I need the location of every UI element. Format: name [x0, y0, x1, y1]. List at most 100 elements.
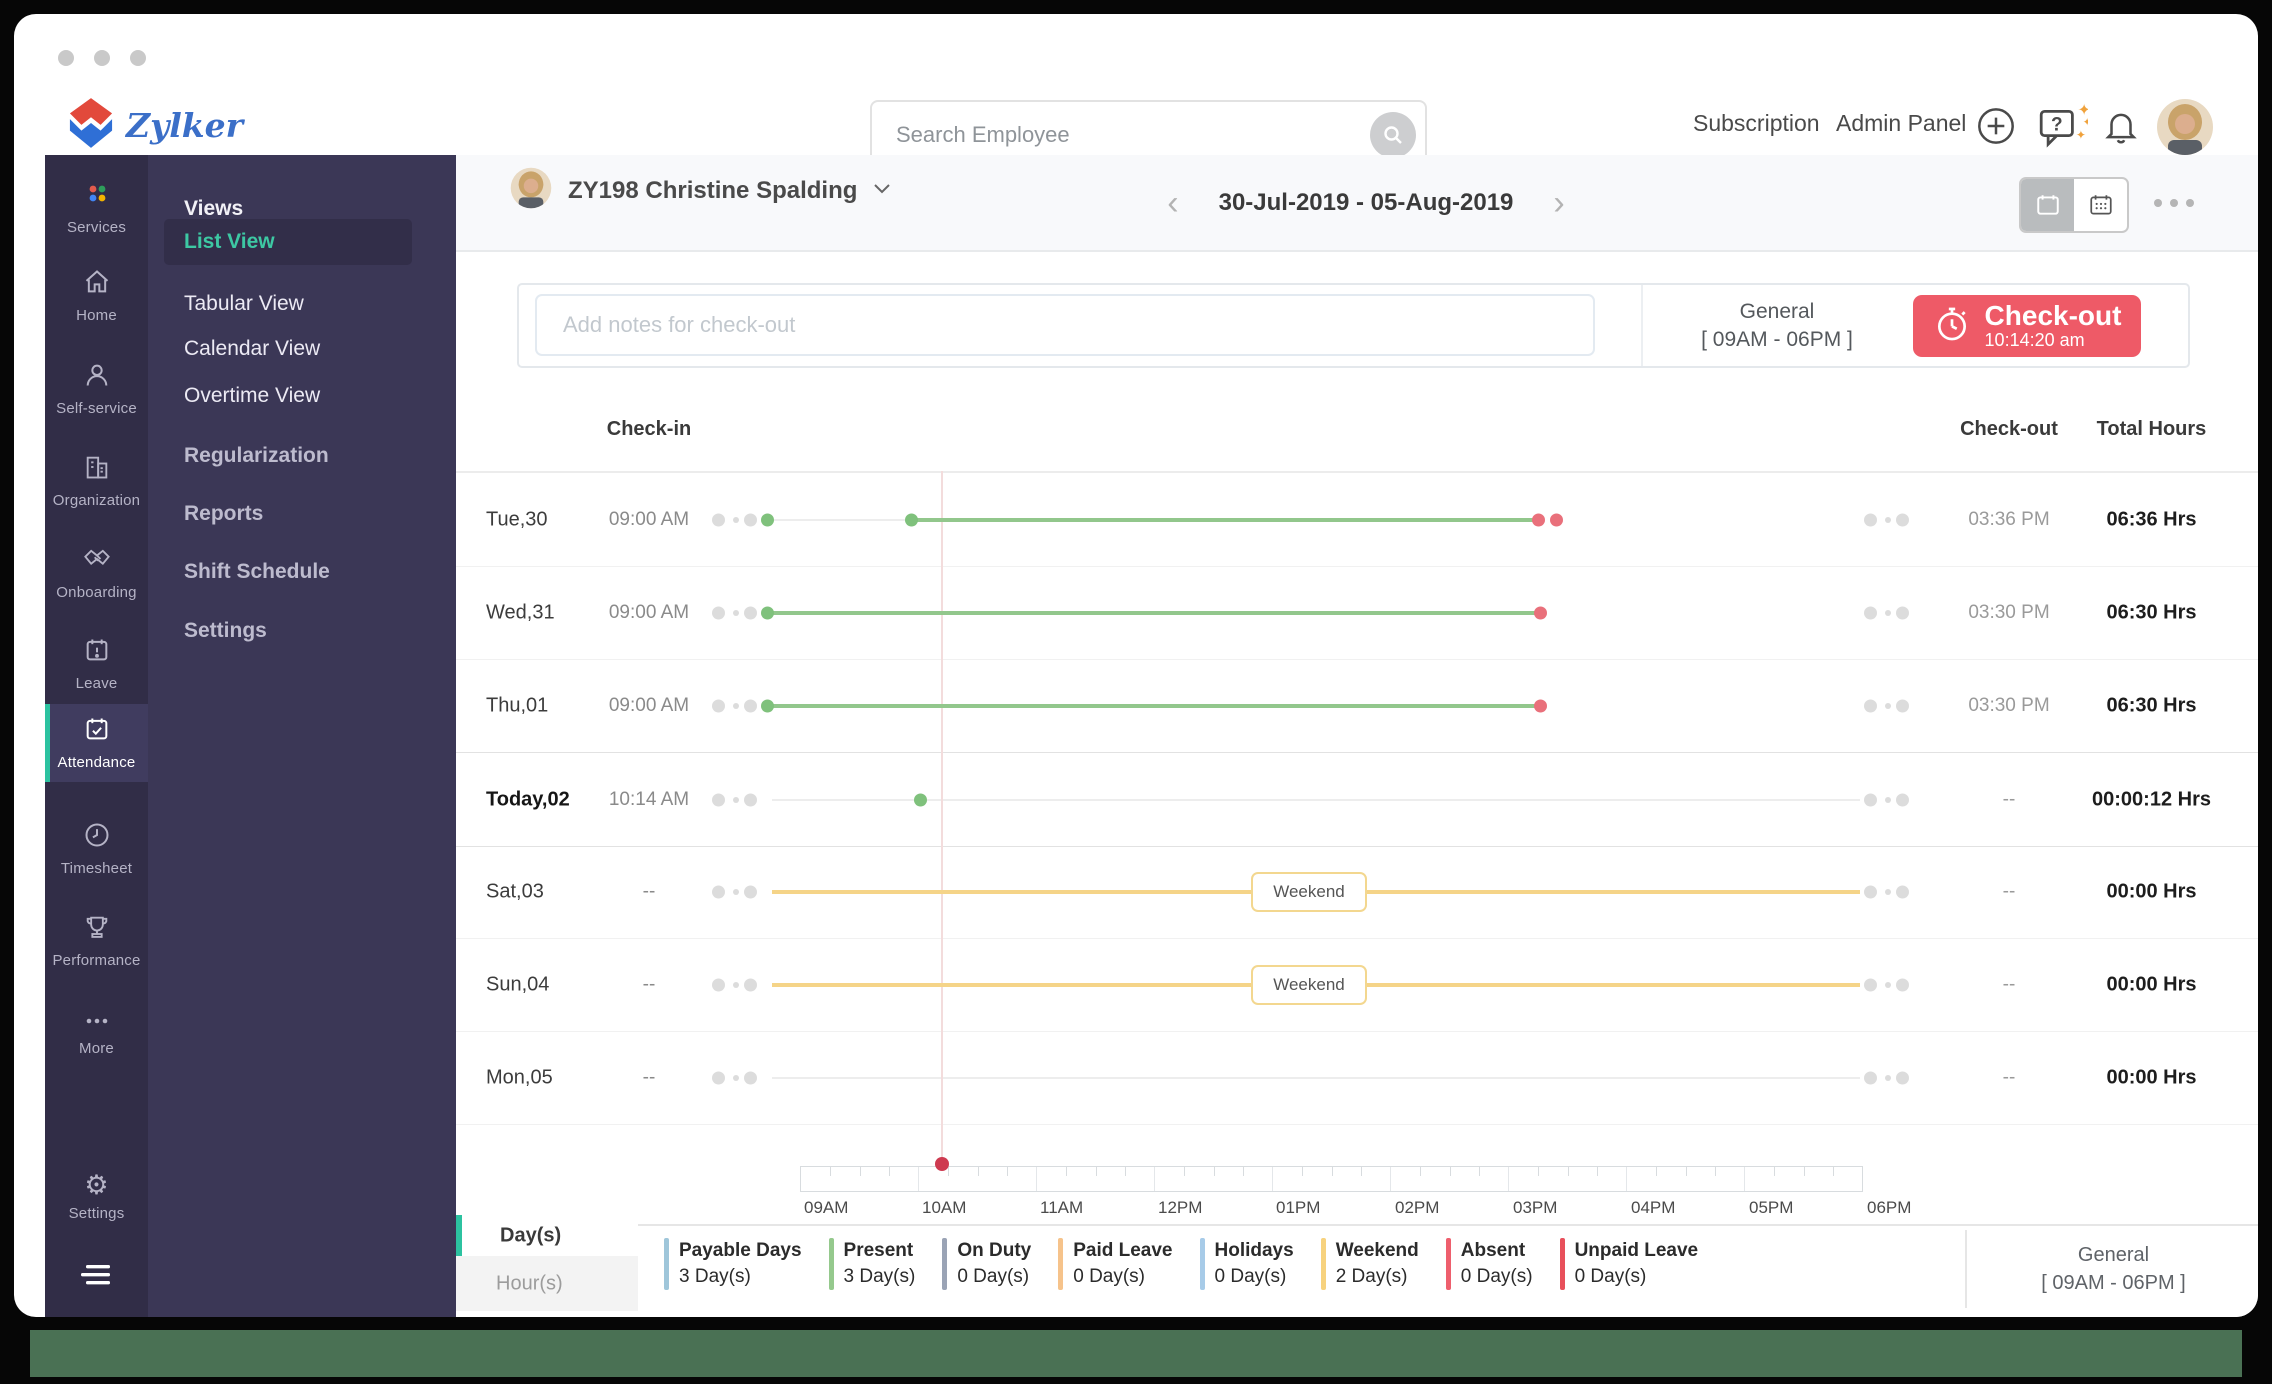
- logo-text: Zylker: [126, 106, 244, 145]
- session-start-dot: [905, 513, 918, 526]
- add-icon[interactable]: [1976, 106, 2016, 151]
- notifications-bell-icon[interactable]: [2102, 106, 2140, 151]
- row-day: Sun,04: [486, 973, 550, 995]
- calendar-alert-icon: [83, 636, 111, 669]
- app-window: Zylker Subscription Admin Panel: [14, 14, 2258, 1317]
- legend-item: On Duty 0 Day(s): [942, 1238, 1031, 1290]
- sidebar-item-performance[interactable]: Performance: [45, 913, 148, 969]
- tab-days[interactable]: Day(s): [456, 1215, 638, 1256]
- row-checkin: 09:00 AM: [608, 694, 690, 716]
- axis-label: 12PM: [1158, 1198, 1203, 1217]
- attendance-table: Tue,30 09:00 AM 03:36 PM 06:36 Hrs Wed,3…: [456, 471, 2258, 1125]
- legend-item: Absent 0 Day(s): [1445, 1238, 1533, 1290]
- next-week-button[interactable]: ›: [1553, 186, 1564, 220]
- shift-info: General [ 09AM - 06PM ]: [1641, 285, 1913, 366]
- stopwatch-icon: [1933, 305, 1971, 348]
- row-total: 00:00 Hrs: [2106, 973, 2197, 995]
- legend-color-bar: [1445, 1238, 1451, 1290]
- axis-label: 06PM: [1867, 1198, 1912, 1217]
- table-row[interactable]: Mon,05 -- -- 00:00 Hrs: [456, 1031, 2258, 1125]
- active-tab-accent: [456, 1215, 462, 1256]
- hamburger-icon: [79, 1263, 115, 1292]
- legend-item: Present 3 Day(s): [828, 1238, 915, 1290]
- subscription-link[interactable]: Subscription: [1693, 110, 1820, 137]
- menu-item-overtime-view[interactable]: Overtime View: [184, 384, 320, 408]
- employee-avatar: [510, 167, 552, 214]
- row-total: 00:00:12 Hrs: [2092, 788, 2211, 810]
- table-row-today[interactable]: Today,02 10:14 AM -- 00:00:12 Hrs: [456, 752, 2258, 847]
- sidebar-item-onboarding[interactable]: Onboarding: [45, 545, 148, 601]
- sidebar-item-home[interactable]: Home: [45, 268, 148, 324]
- sidebar-item-more[interactable]: More: [45, 1013, 148, 1057]
- window-dot: [130, 50, 146, 66]
- week-view-toggle-icon[interactable]: [2021, 179, 2074, 231]
- menu-item-shift-schedule[interactable]: Shift Schedule: [184, 560, 330, 584]
- table-row[interactable]: Wed,31 09:00 AM 03:30 PM 06:30 Hrs: [456, 566, 2258, 660]
- row-checkin: --: [642, 1066, 656, 1088]
- primary-sidebar: Services Home Self-service Organization …: [45, 155, 148, 1317]
- checkout-panel: General [ 09AM - 06PM ] Check-out 10:14:…: [517, 283, 2190, 368]
- sidebar-item-settings[interactable]: ⚙ Settings: [45, 1172, 148, 1223]
- checkout-dot: [1534, 606, 1547, 619]
- row-day: Mon,05: [486, 1066, 553, 1088]
- column-header-checkin: Check-in: [606, 418, 692, 440]
- current-time-dot: [935, 1157, 949, 1171]
- more-dots-icon: [83, 1013, 111, 1034]
- person-icon: [83, 361, 111, 394]
- sidebar-item-leave[interactable]: Leave: [45, 636, 148, 692]
- table-row[interactable]: Thu,01 09:00 AM 03:30 PM 06:30 Hrs: [456, 659, 2258, 753]
- home-icon: [83, 268, 111, 301]
- table-row[interactable]: Tue,30 09:00 AM 03:36 PM 06:36 Hrs: [456, 473, 2258, 567]
- legend-color-bar: [828, 1238, 834, 1290]
- search-icon[interactable]: [1370, 112, 1416, 158]
- checkin-dot: [761, 606, 774, 619]
- menu-item-settings[interactable]: Settings: [184, 619, 267, 643]
- user-avatar[interactable]: [2156, 98, 2214, 161]
- window-dot: [94, 50, 110, 66]
- legend-color-bar: [1058, 1238, 1064, 1290]
- menu-item-list-view[interactable]: List View: [164, 219, 412, 265]
- search-input[interactable]: [872, 121, 1370, 149]
- menu-item-tabular-view[interactable]: Tabular View: [184, 292, 304, 316]
- row-checkin: --: [642, 973, 656, 995]
- menu-item-reports[interactable]: Reports: [184, 502, 263, 526]
- axis-label: 04PM: [1631, 1198, 1676, 1217]
- collapse-menu-button[interactable]: [45, 1263, 148, 1292]
- shift-name: General: [1739, 299, 1815, 323]
- row-day: Sat,03: [486, 880, 544, 902]
- sidebar-item-services[interactable]: Services: [45, 180, 148, 236]
- legend-item: Payable Days 3 Day(s): [664, 1238, 802, 1290]
- month-view-toggle-icon[interactable]: [2074, 179, 2127, 231]
- checkout-notes-input[interactable]: [535, 294, 1595, 356]
- axis-label: 11AM: [1040, 1198, 1084, 1217]
- shift-time: [ 09AM - 06PM ]: [2041, 1271, 2186, 1294]
- table-row[interactable]: Sun,04 -- Weekend -- 00:00 Hrs: [456, 938, 2258, 1032]
- table-row[interactable]: Sat,03 -- Weekend -- 00:00 Hrs: [456, 845, 2258, 939]
- prev-week-button[interactable]: ‹: [1167, 186, 1178, 220]
- checkout-button-time: 10:14:20 am: [1984, 330, 2085, 351]
- menu-item-regularization[interactable]: Regularization: [184, 444, 329, 468]
- checkin-dot: [761, 513, 774, 526]
- row-day: Thu,01: [486, 694, 549, 716]
- axis-label: 03PM: [1513, 1198, 1558, 1217]
- row-total: 06:30 Hrs: [2106, 694, 2197, 716]
- sidebar-item-organization[interactable]: Organization: [45, 453, 148, 509]
- legend-item: Holidays 0 Day(s): [1199, 1238, 1294, 1290]
- tab-hours[interactable]: Hour(s): [456, 1256, 638, 1311]
- attendance-content: ZY198 Christine Spalding ‹ 30-Jul-2019 -…: [456, 155, 2258, 1317]
- sidebar-item-attendance[interactable]: Attendance: [45, 715, 148, 771]
- help-feedback-icon[interactable]: ? ✦ ✦ ✦: [2036, 102, 2092, 157]
- row-total: 00:00 Hrs: [2106, 880, 2197, 902]
- admin-panel-link[interactable]: Admin Panel: [1836, 110, 1966, 137]
- sidebar-item-self-service[interactable]: Self-service: [45, 361, 148, 417]
- menu-item-calendar-view[interactable]: Calendar View: [184, 337, 320, 361]
- employee-selector[interactable]: ZY198 Christine Spalding: [510, 167, 891, 214]
- checkout-button[interactable]: Check-out 10:14:20 am: [1913, 295, 2141, 357]
- more-options-icon[interactable]: [2154, 199, 2194, 207]
- sidebar-item-timesheet[interactable]: Timesheet: [45, 821, 148, 877]
- calendar-check-icon: [83, 715, 111, 748]
- axis-label: 05PM: [1749, 1198, 1794, 1217]
- clock-icon: [83, 821, 111, 854]
- work-session-line: [911, 517, 1538, 522]
- app-logo: Zylker: [68, 98, 243, 153]
